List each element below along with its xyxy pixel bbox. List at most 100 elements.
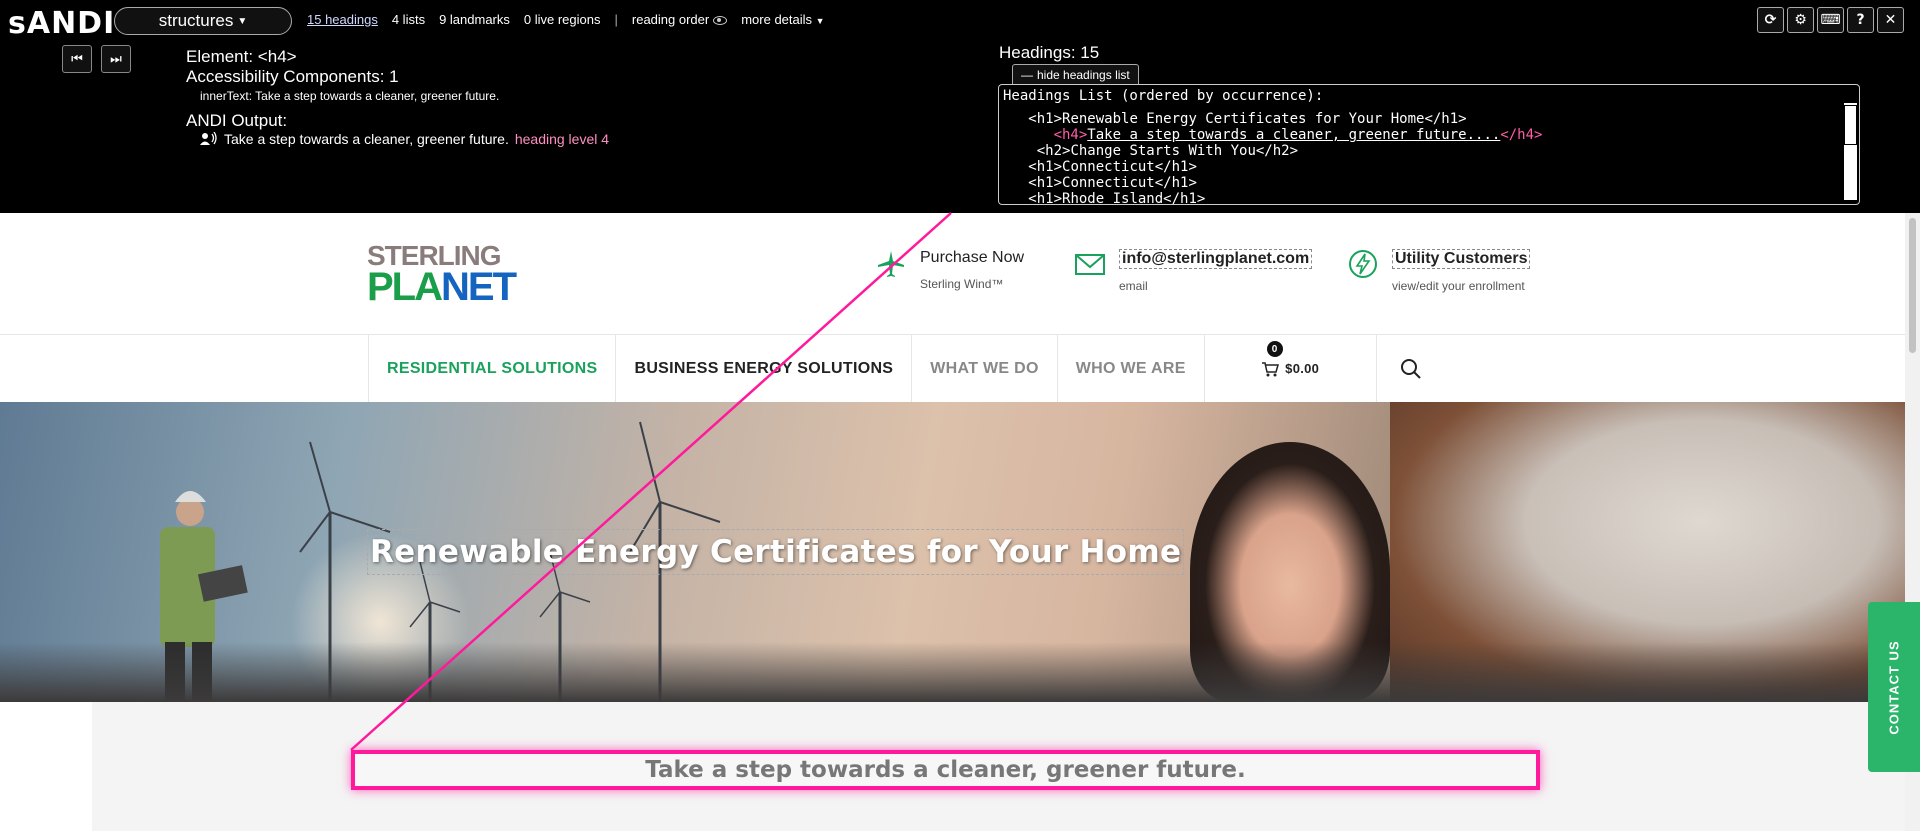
headings-list-title: Headings List (ordered by occurrence): xyxy=(1003,88,1324,104)
skip-previous-icon: ⏮ xyxy=(71,51,83,66)
hero-title: Renewable Energy Certificates for Your H… xyxy=(367,529,1185,575)
landmarks-count[interactable]: 9 landmarks xyxy=(439,12,510,27)
nav-residential-solutions[interactable]: RESIDENTIAL SOLUTIONS xyxy=(368,335,615,402)
cart-count-badge: 0 xyxy=(1266,341,1283,357)
utility-customers-link[interactable]: Utility Customers xyxy=(1392,249,1531,269)
heading-close-tag: </h1> xyxy=(1154,159,1197,175)
purchase-now-label: Purchase Now xyxy=(920,249,1025,266)
heading-open-tag: <h1> xyxy=(1028,159,1063,175)
contact-us-label: CONTACT US xyxy=(1886,639,1902,735)
chevron-down-icon: ▼ xyxy=(237,15,248,27)
heading-indent xyxy=(1003,143,1037,159)
headings-count: Headings: 15 xyxy=(999,43,1100,62)
nav-business-energy-solutions[interactable]: BUSINESS ENERGY SOLUTIONS xyxy=(615,335,911,402)
email-link[interactable]: info@sterlingplanet.com xyxy=(1119,249,1313,269)
main-navigation: RESIDENTIAL SOLUTIONS BUSINESS ENERGY SO… xyxy=(368,335,1446,402)
purchase-now-sub: Sterling Wind™ xyxy=(920,277,1004,291)
sterling-planet-logo[interactable]: STERLING PLANET xyxy=(367,242,517,308)
headings-count-link[interactable]: 15 headings xyxy=(307,12,378,27)
keyboard-button[interactable]: ⌨ xyxy=(1817,7,1844,33)
heading-list-item[interactable]: <h2>Change Starts With You</h2> xyxy=(1003,143,1855,159)
gear-icon: ⚙ xyxy=(1794,12,1807,28)
heading-list-item[interactable]: <h4>Take a step towards a cleaner, green… xyxy=(1003,127,1855,143)
heading-list-item[interactable]: <h1>Connecticut</h1> xyxy=(1003,159,1855,175)
accessibility-components: Accessibility Components: 1 xyxy=(186,67,399,86)
keyboard-icon: ⌨ xyxy=(1820,12,1841,28)
andi-output-level: heading level 4 xyxy=(514,131,610,147)
heading-close-tag: </h4> xyxy=(1500,127,1543,143)
highlighted-subheading: Take a step towards a cleaner, greener f… xyxy=(351,750,1540,790)
gear-button[interactable]: ⚙ xyxy=(1787,7,1814,33)
purchase-now-contact[interactable]: Purchase Now Sterling Wind™ xyxy=(876,249,1024,291)
reading-order-label: reading order xyxy=(631,12,710,27)
eye-icon xyxy=(713,16,728,26)
speaker-icon xyxy=(200,132,217,145)
page-scrollbar-thumb[interactable] xyxy=(1909,218,1916,353)
heading-close-tag: </h1> xyxy=(1163,191,1206,205)
heading-list-item[interactable]: <h1>Connecticut</h1> xyxy=(1003,175,1855,191)
hide-headings-list-button[interactable]: — hide headings list xyxy=(1012,64,1139,84)
cart-button[interactable]: 0 $0.00 xyxy=(1203,335,1376,402)
search-icon xyxy=(1401,358,1421,379)
heading-text: Change Starts With You xyxy=(1070,143,1256,159)
heading-text: Renewable Energy Certificates for Your H… xyxy=(1062,111,1425,127)
logo-line2: PLANET xyxy=(367,267,517,307)
heading-open-tag: <h1> xyxy=(1028,111,1063,127)
live-regions-count[interactable]: 0 live regions xyxy=(524,12,601,27)
refresh-button[interactable]: ⟳ xyxy=(1757,7,1784,33)
more-details-label: more details xyxy=(741,12,813,27)
envelope-icon xyxy=(1075,254,1105,275)
refresh-icon: ⟳ xyxy=(1764,12,1777,28)
next-element-button[interactable]: ⏭ xyxy=(101,45,131,73)
help-icon: ? xyxy=(1856,12,1865,28)
andi-logo: sANDI xyxy=(8,6,115,41)
heading-list-item[interactable]: <h1>Rhode Island</h1> xyxy=(1003,191,1855,205)
more-details-toggle[interactable]: more details ▼ xyxy=(741,12,824,27)
heading-indent xyxy=(1003,191,1028,204)
airplane-icon xyxy=(878,251,904,277)
inner-text-row: innerText: Take a step towards a cleaner… xyxy=(186,87,499,105)
nav-who-we-are[interactable]: WHO WE ARE xyxy=(1056,335,1204,402)
heading-text: Connecticut xyxy=(1062,175,1155,191)
heading-open-tag: <h1> xyxy=(1028,175,1063,191)
heading-open-tag: <h4> xyxy=(1053,127,1088,143)
heading-open-tag: <h2> xyxy=(1036,143,1071,159)
andi-logo-text: sANDI xyxy=(8,6,116,41)
email-contact[interactable]: info@sterlingplanet.com email xyxy=(1075,249,1313,293)
scrollbar-thumb[interactable] xyxy=(1844,105,1857,145)
andi-output-text: Take a step towards a cleaner, greener f… xyxy=(224,131,509,147)
contact-us-tab[interactable]: CONTACT US xyxy=(1868,602,1920,772)
hero-ground xyxy=(0,642,1905,702)
website: STERLING PLANET Purchase Now Sterling Wi… xyxy=(0,213,1905,831)
module-select[interactable]: structures ▼ xyxy=(114,7,292,35)
heading-indent xyxy=(1003,111,1028,127)
heading-text: Take a step towards a cleaner, greener f… xyxy=(1087,127,1501,143)
nav-what-we-do[interactable]: WHAT WE DO xyxy=(911,335,1056,402)
andi-summary: 15 headings 4 lists 9 landmarks 0 live r… xyxy=(307,12,825,27)
search-button[interactable] xyxy=(1375,335,1446,402)
headings-list[interactable]: Headings List (ordered by occurrence): <… xyxy=(998,84,1860,205)
andi-toolbar: sANDI structures ▼ 15 headings 4 lists 9… xyxy=(0,0,1920,213)
heading-close-tag: </h1> xyxy=(1424,111,1467,127)
help-button[interactable]: ? xyxy=(1847,7,1874,33)
inner-text-value: Take a step towards a cleaner, greener f… xyxy=(255,89,500,103)
cart-total: $0.00 xyxy=(1285,361,1320,376)
logo-line2-b: NET xyxy=(441,265,517,309)
skip-next-icon: ⏭ xyxy=(110,51,122,66)
reading-order-toggle[interactable]: reading order xyxy=(631,12,728,27)
heading-indent xyxy=(1003,159,1028,175)
close-button[interactable]: ✕ xyxy=(1877,7,1904,33)
heading-list-item[interactable]: <h1>Renewable Energy Certificates for Yo… xyxy=(1003,111,1855,127)
headings-list-scrollbar[interactable] xyxy=(1844,103,1857,200)
element-info: Element: <h4> Accessibility Components: … xyxy=(186,47,499,105)
andi-output: Take a step towards a cleaner, greener f… xyxy=(200,131,609,147)
andi-output-label: ANDI Output: xyxy=(186,111,288,130)
utility-customers-contact[interactable]: Utility Customers view/edit your enrollm… xyxy=(1348,249,1531,293)
heading-text: Connecticut xyxy=(1062,159,1155,175)
lists-count[interactable]: 4 lists xyxy=(392,12,425,27)
andi-tool-buttons: ⟳ ⚙ ⌨? ✕ xyxy=(1757,7,1904,33)
lightning-circle-icon xyxy=(1349,250,1377,278)
previous-element-button[interactable]: ⏮ xyxy=(62,45,92,73)
heading-close-tag: </h1> xyxy=(1154,175,1197,191)
heading-indent xyxy=(1003,175,1028,191)
